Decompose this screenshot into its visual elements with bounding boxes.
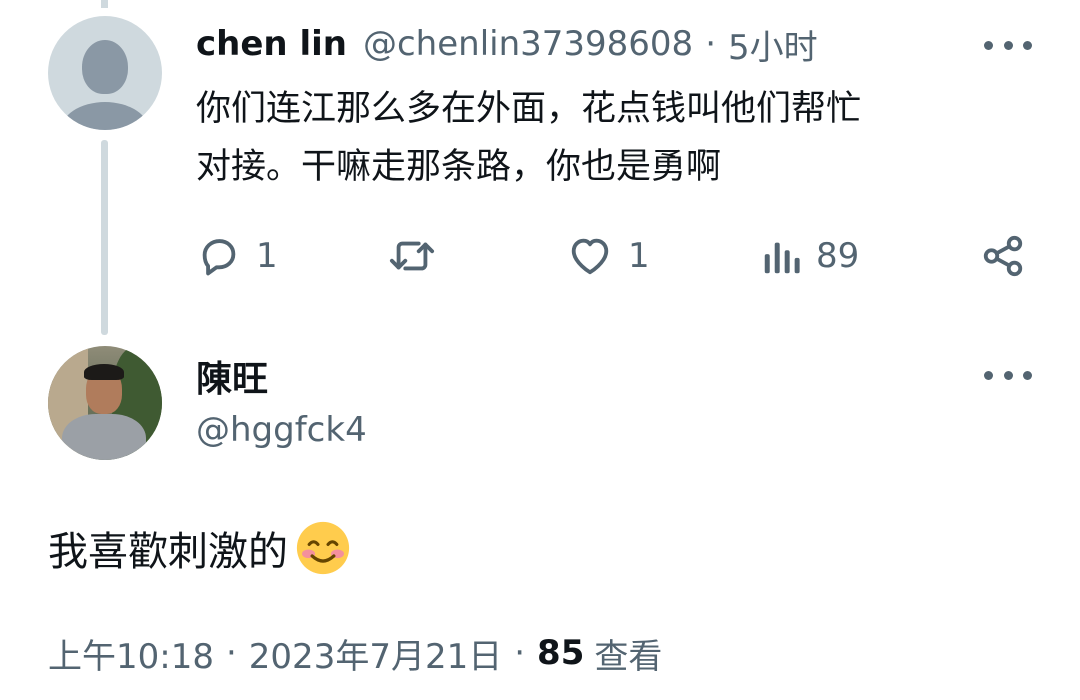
views-button[interactable]: 89 (762, 226, 859, 286)
reply-more-button[interactable] (984, 30, 1032, 60)
like-button[interactable]: 1 (566, 226, 650, 286)
views-icon (764, 242, 800, 274)
reply-avatar[interactable] (48, 16, 162, 130)
avatar-person-hair (84, 364, 124, 380)
more-icon (984, 40, 993, 50)
views-count: 89 (816, 236, 860, 276)
more-icon-dot (1023, 370, 1032, 380)
reply-text-line: 对接。干嘛走那条路，你也是勇啊 (196, 147, 722, 187)
tweet-meta: 上午10:18 · 2023年7月21日 · 85 查看 (48, 628, 662, 678)
tweet-views-label: 查看 (594, 636, 663, 677)
main-tweet-text-content: 我喜歡刺激的 (48, 529, 288, 575)
retweet-icon (389, 241, 435, 271)
like-count: 1 (628, 236, 650, 276)
main-author-handle[interactable]: @hggfck4 (196, 410, 367, 450)
like-icon (571, 238, 609, 275)
more-icon-dot (1003, 40, 1013, 50)
reply-separator: · (705, 24, 717, 64)
main-avatar[interactable] (48, 346, 162, 460)
reply-author-handle[interactable]: @chenlin37398608 (363, 24, 693, 64)
share-icon (983, 235, 1023, 277)
main-author-name[interactable]: 陳旺 (196, 350, 268, 402)
reply-timestamp[interactable]: 5小时 (728, 20, 818, 69)
main-tweet-text: 我喜歡刺激的 (48, 518, 352, 578)
reply-header: chen lin @chenlin37398608 · 5小时 (196, 20, 818, 69)
reply-text: 你们连江那么多在外面，花点钱叫他们帮忙 对接。干嘛走那条路，你也是勇啊 (196, 80, 1016, 196)
meta-separator: · (225, 633, 237, 673)
main-more-button[interactable] (984, 360, 1032, 390)
default-avatar-shoulders (60, 102, 150, 130)
tweet-time[interactable]: 上午10:18 (48, 629, 214, 678)
default-avatar-head (82, 40, 128, 94)
reply-button[interactable]: 1 (196, 226, 278, 286)
meta-separator: · (514, 633, 526, 673)
reply-action-bar: 1 1 89 (196, 226, 1036, 286)
share-button[interactable] (980, 226, 1026, 286)
reply-author-name[interactable]: chen lin (196, 24, 347, 64)
reply-tweet[interactable]: chen lin @chenlin37398608 · 5小时 你们连江那么多在… (0, 0, 1080, 340)
more-icon-dot (1003, 370, 1013, 380)
reply-icon (202, 239, 236, 276)
tweet-views-count: 85 (537, 633, 585, 673)
tweet-date[interactable]: 2023年7月21日 (249, 629, 502, 678)
retweet-button[interactable] (386, 226, 438, 286)
reply-text-line: 你们连江那么多在外面，花点钱叫他们帮忙 (196, 89, 862, 129)
reply-count: 1 (256, 236, 278, 276)
more-icon-dot (1023, 40, 1032, 50)
smiling-face-emoji-icon (296, 521, 350, 575)
avatar-person-body (62, 414, 146, 460)
more-icon (984, 370, 993, 380)
